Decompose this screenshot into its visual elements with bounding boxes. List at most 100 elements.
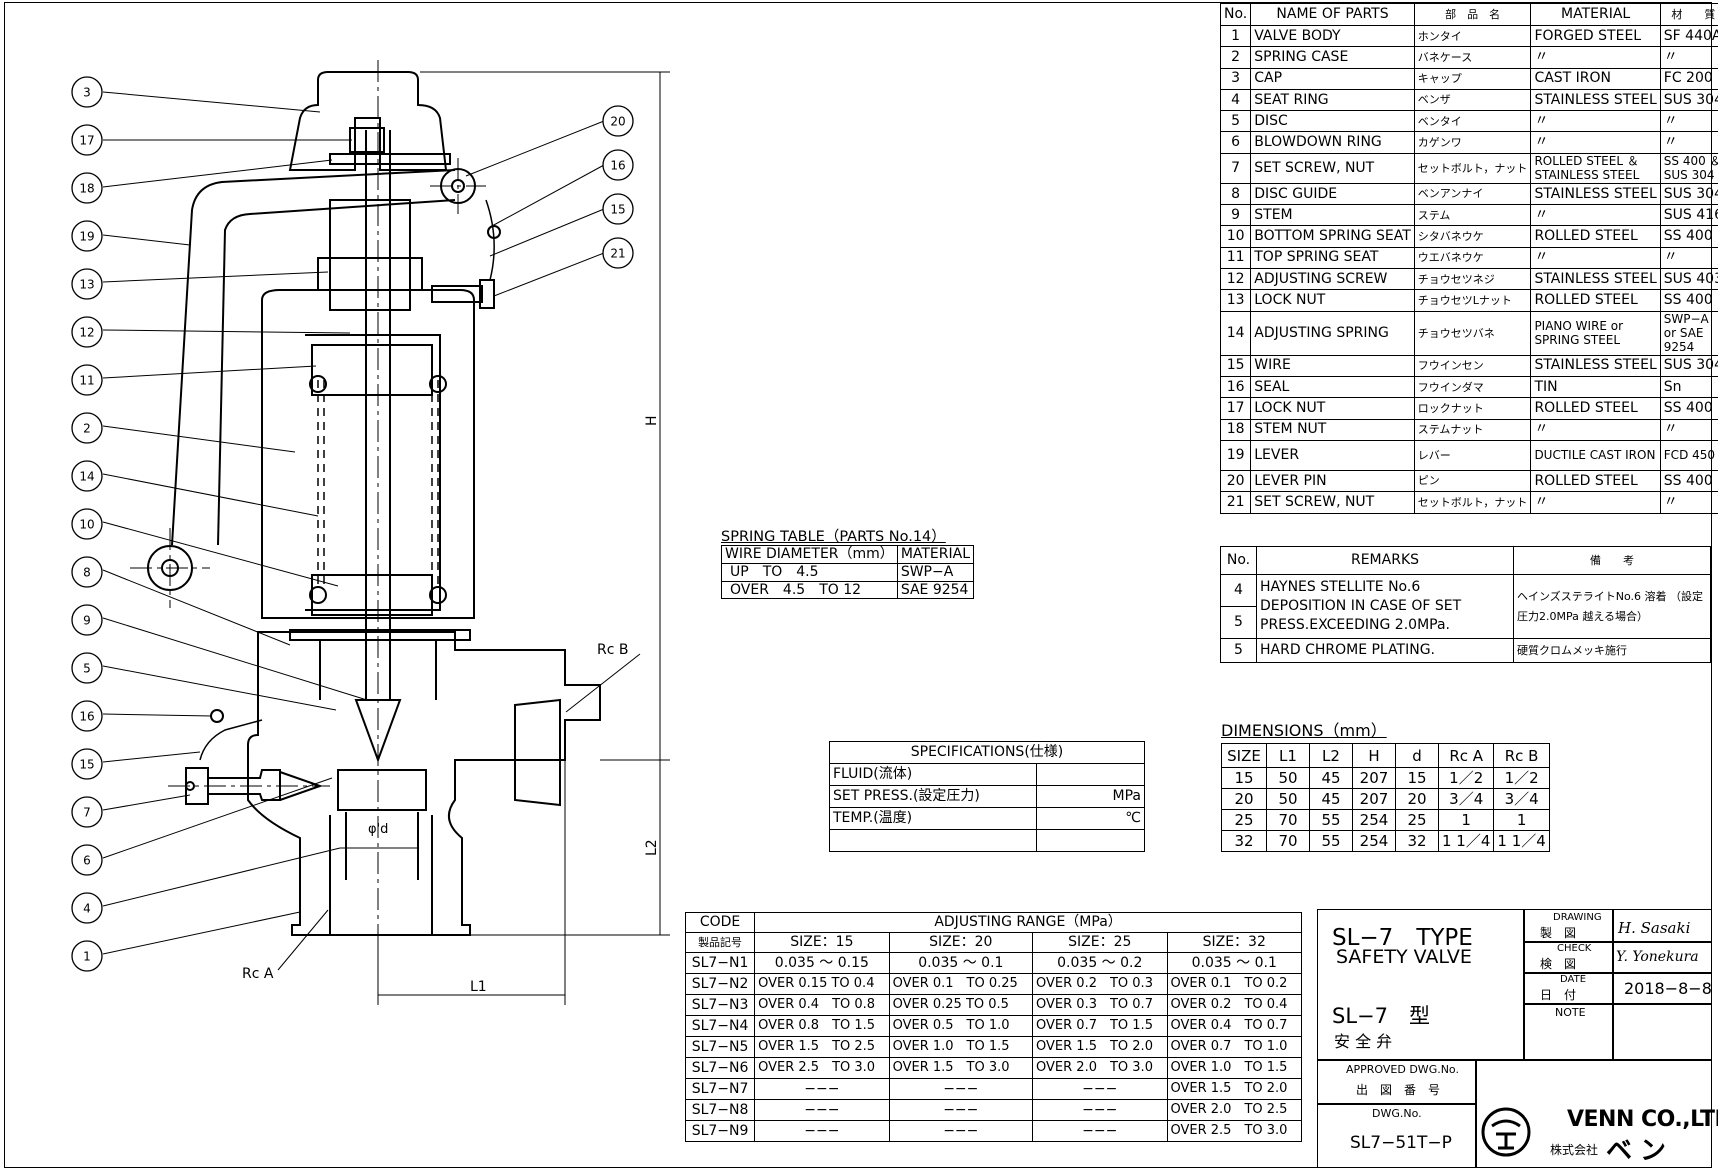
cap-outline [288, 71, 448, 171]
dim-cell-1: 50 [1266, 788, 1310, 810]
adj-range-cell: OVER 1.0 TO 1.5 [1166, 1057, 1302, 1079]
parts-row: 8 DISC GUIDE ベンアンナイ STAINLESS STEEL SUS 304 [1219, 182, 1718, 206]
adj-range-cell: −−− [888, 1120, 1034, 1142]
part-material-jis: SWP−A or SAE 9254 [1659, 310, 1718, 356]
part-material: ROLLED STEEL [1530, 469, 1661, 493]
parts-row: 19 LEVER レバー DUCTILE CAST IRON FCD 450 [1219, 439, 1718, 471]
adj-row: SL7−N8 −−− −−− −−− OVER 2.0 TO 2.5 [684, 1099, 1302, 1121]
adj-range-cell: 0.035 ～ 0.2 [1032, 952, 1168, 974]
adj-code-header-jp: 製品記号 [684, 932, 756, 953]
part-no: 6 [1219, 131, 1252, 154]
adj-range-cell: OVER 2.5 TO 3.0 [1166, 1120, 1302, 1142]
adj-range-cell: OVER 0.2 TO 0.4 [1166, 994, 1302, 1016]
adj-range-cell: OVER 0.4 TO 0.8 [754, 994, 890, 1016]
part-material: STAINLESS STEEL [1530, 182, 1661, 206]
spec-fluid-label: FLUID(流体) [829, 763, 1037, 786]
parts-row: 12 ADJUSTING SCREW チョウセツネジ STAINLESS STEEL S… [1219, 267, 1718, 291]
dim-row: 20 50 45 207 20 3／4 3／4 [1221, 788, 1550, 810]
dim-cell-5: 1 [1437, 809, 1495, 831]
adj-range-cell: 0.035 ～ 0.15 [754, 952, 890, 974]
parts-row: 17 LOCK NUT ロックナット ROLLED STEEL SS 400 [1219, 397, 1718, 420]
callout-7-label: 7 [83, 806, 91, 820]
parts-row: 16 SEAL フウインダマ TIN Sn [1219, 376, 1718, 399]
callout-18-label: 18 [79, 182, 94, 196]
parts-row: 2 SPRING CASE バネケース〃〃 [1219, 46, 1718, 69]
adj-size-header-2: SIZE：25 [1032, 932, 1168, 953]
dim-cell-2: 45 [1309, 788, 1353, 810]
part-material: TIN [1530, 376, 1661, 399]
part-material-jis: SUS 416 [1659, 204, 1718, 227]
spring-table-caption: SPRING TABLE（PARTS No.14） [721, 529, 946, 545]
adj-size-header-1: SIZE：20 [888, 932, 1034, 953]
part-material: 〃 [1530, 131, 1661, 154]
part-material: ROLLED STEEL [1530, 225, 1661, 248]
callout-8-label: 8 [83, 566, 91, 580]
tb-check-label: CHECK [1557, 943, 1592, 954]
part-no: 3 [1219, 67, 1252, 90]
part-name-jp: ベンタイ [1413, 110, 1532, 133]
spring-row2-material: SAE 9254 [896, 580, 975, 600]
remarks-en-header: REMARKS [1256, 546, 1514, 575]
part-name-jp: ステム [1413, 204, 1532, 227]
part-name-jp: セットボルト，ナット [1413, 152, 1532, 184]
part-name-jp: ウエバネウケ [1413, 246, 1532, 269]
dim-header-4: d [1395, 743, 1439, 768]
part-no: 5 [1219, 110, 1252, 133]
dim-cell-6: 3／4 [1493, 788, 1550, 810]
dim-cell-1: 70 [1266, 830, 1310, 852]
adj-code: SL7−N2 [684, 973, 756, 995]
dim-cell-6: 1 [1493, 809, 1550, 831]
callout-right-16-label: 16 [610, 159, 625, 173]
tb-approved-label: APPROVED DWG.No. [1346, 1063, 1459, 1076]
dim-cell-5: 1／2 [1437, 767, 1495, 789]
adj-row: SL7−N5 OVER 1.5 TO 2.5 OVER 1.0 TO 1.5 OVER… [684, 1036, 1302, 1058]
remarks-row1-no-a: 4 [1220, 574, 1257, 607]
part-name-jp: バネケース [1413, 46, 1532, 69]
parts-row: 5 DISC ベンタイ〃〃 [1219, 110, 1718, 133]
callout-16-label: 16 [79, 710, 94, 724]
dim-row: 32 70 55 254 32 1 1／4 1 1／4 [1221, 830, 1550, 852]
spec-blank-value [1036, 829, 1145, 852]
adj-range-cell: −−− [1032, 1099, 1168, 1121]
part-name-jp: キャップ [1413, 67, 1532, 90]
parts-row: 14 ADJUSTING SPRING チョウセツバネ PIANO WIRE or S… [1219, 310, 1718, 356]
part-material: PIANO WIRE or SPRING STEEL [1530, 310, 1661, 356]
part-name: LEVER [1250, 439, 1415, 471]
tb-check-by: Y. Yonekura [1616, 949, 1699, 965]
spring-row2-wire: OVER 4.5 TO 12 [721, 580, 898, 600]
part-name: LOCK NUT [1250, 289, 1415, 312]
part-no: 14 [1219, 310, 1252, 356]
callout-17-label: 17 [79, 134, 94, 148]
spring-table: WIRE DIAMETER（mm） MATERIAL UP TO 4.5 SWP… [721, 545, 975, 600]
part-name: SEAT RING [1250, 88, 1415, 112]
phi-d-label: φ'd [368, 822, 388, 837]
dim-cell-2: 55 [1309, 830, 1353, 852]
part-name: SEAL [1250, 376, 1415, 399]
rca-label: Rc A [242, 966, 274, 982]
adj-range-cell: OVER 1.5 TO 2.5 [754, 1036, 890, 1058]
part-no: 9 [1219, 204, 1252, 227]
adj-range-cell: OVER 1.0 TO 1.5 [888, 1036, 1034, 1058]
adj-range-cell: OVER 0.2 TO 0.3 [1032, 973, 1168, 995]
callout-2-label: 2 [83, 422, 91, 436]
part-name-jp: チョウセツネジ [1413, 267, 1532, 291]
adj-range-cell: 0.035 ～ 0.1 [1166, 952, 1302, 974]
dim-cell-3: 207 [1352, 788, 1396, 810]
part-name: SET SCREW, NUT [1250, 491, 1415, 514]
parts-row: 7 SET SCREW, NUT セットボルト，ナット ROLLED STEEL ＆ … [1219, 152, 1718, 184]
dim-row: 25 70 55 254 25 1 1 [1221, 809, 1550, 831]
adj-row: SL7−N3 OVER 0.4 TO 0.8 OVER 0.25 TO 0.5 OVE… [684, 994, 1302, 1016]
remarks-no-header: No. [1220, 546, 1257, 575]
dim-cell-2: 45 [1309, 767, 1353, 789]
part-name-jp: チョウセツLナット [1413, 289, 1532, 312]
dim-header-5: Rc A [1437, 743, 1495, 768]
adj-code-header: CODE [684, 912, 756, 933]
dim-cell-5: 1 1／4 [1437, 830, 1495, 852]
adj-code: SL7−N1 [684, 952, 756, 974]
tb-company-jp-logo: ベン [1606, 1136, 1675, 1166]
part-material-jis: 〃 [1659, 418, 1718, 441]
part-no: 13 [1219, 289, 1252, 312]
parts-row: 21 SET SCREW, NUT セットボルト，ナット〃〃 [1219, 491, 1718, 514]
spec-fluid-value [1036, 763, 1145, 786]
tb-date: 2018−8−8 [1624, 979, 1712, 998]
